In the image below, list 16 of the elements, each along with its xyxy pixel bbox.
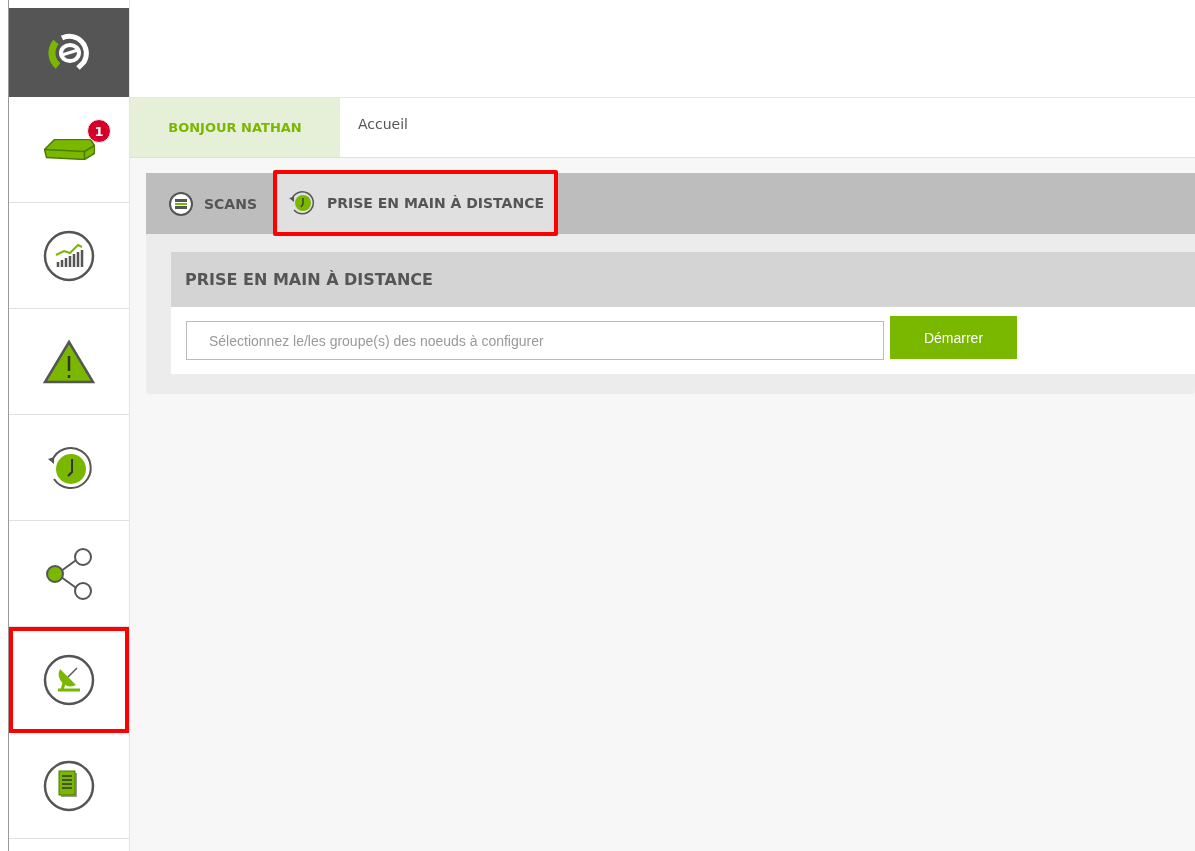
satellite-dish-icon: [42, 652, 96, 707]
sidebar-item[interactable]: 1: [9, 97, 129, 203]
greeting-label: BONJOUR NATHAN: [130, 98, 340, 157]
breadcrumb-link[interactable]: Accueil: [340, 98, 408, 157]
tab[interactable]: PRISE EN MAIN À DISTANCE: [273, 169, 558, 236]
document-icon: [42, 758, 96, 813]
tab[interactable]: SCANS: [158, 173, 267, 234]
panel-title: PRISE EN MAIN À DISTANCE: [185, 270, 433, 289]
sidebar-item[interactable]: [9, 627, 129, 733]
scans-icon: [168, 190, 194, 217]
group-select-field[interactable]: Sélectionnez le/les groupe(s) des noeuds à configurer: [186, 321, 884, 360]
notification-badge: 1: [87, 119, 111, 143]
warning-icon: [42, 337, 96, 386]
bar-chart-icon: [42, 228, 96, 283]
router-icon: [43, 139, 95, 160]
clock-restore-icon: [287, 189, 317, 216]
